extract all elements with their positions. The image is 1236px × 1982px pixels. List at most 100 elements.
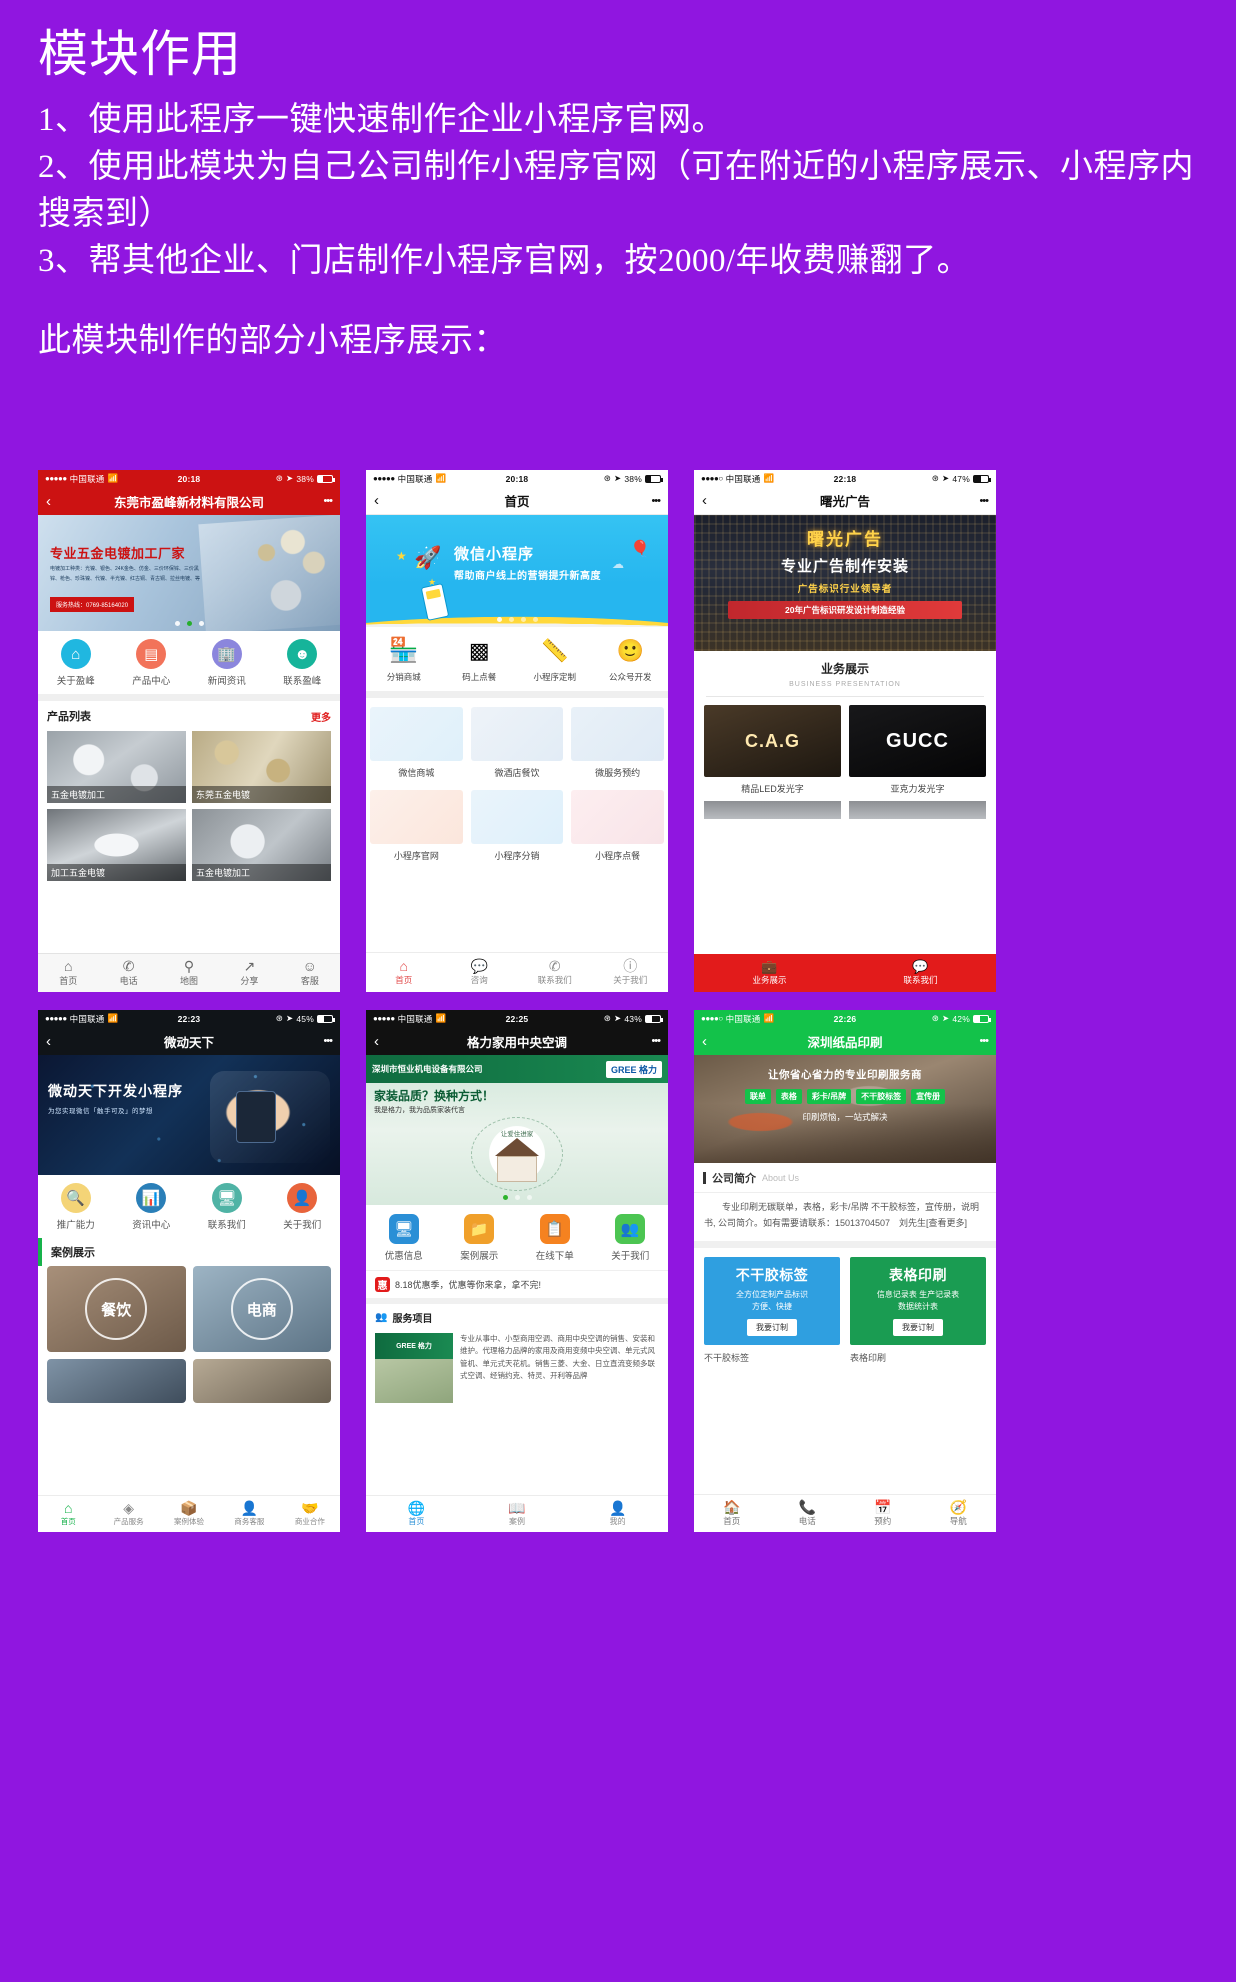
tab-about[interactable]: ⓘ 关于我们 xyxy=(593,958,669,986)
hero-banner[interactable]: 曙光广告 专业广告制作安装 广告标识行业领导者 20年广告标识研发设计制造经验 xyxy=(694,515,996,651)
product-card[interactable]: 东莞五金电镀 xyxy=(192,731,331,803)
case-card[interactable]: 电商 xyxy=(192,1266,331,1352)
quick-nav-item-news[interactable]: 🏢 新闻资讯 xyxy=(189,639,265,687)
product-card[interactable]: 五金电镀加工 xyxy=(192,809,331,881)
tab-support[interactable]: 👤 商务客服 xyxy=(219,1500,279,1527)
quick-nav-item-contact[interactable]: 🖥 联系我们 xyxy=(189,1183,265,1231)
service-card[interactable]: 微酒店餐饮 xyxy=(467,704,568,787)
tab-home[interactable]: ⌂ 首页 xyxy=(38,1500,98,1527)
tab-map[interactable]: ⚲ 地图 xyxy=(159,958,219,987)
hero-banner[interactable]: 微动天下开发小程序 为您实现微信「触手可及」的梦想 xyxy=(38,1055,340,1175)
tab-service[interactable]: ☺ 客服 xyxy=(280,958,340,987)
banner-company-bar: 深圳市恒业机电设备有限公司 GREE 格力 xyxy=(366,1055,668,1083)
product-caption: 东莞五金电镀 xyxy=(192,786,331,803)
tab-phone[interactable]: ✆ 电话 xyxy=(98,958,158,987)
banner-pager[interactable] xyxy=(366,617,668,622)
banner-title: 专业五金电镀加工厂家 xyxy=(50,546,186,561)
case-card[interactable] xyxy=(47,1359,186,1403)
product-line-1: 信息记录表 生产记录表 xyxy=(876,1289,960,1299)
service-card[interactable]: 小程序点餐 xyxy=(567,787,668,870)
banner-badge: 20年广告标识研发设计制造经验 xyxy=(728,601,962,619)
order-button[interactable]: 我要订制 xyxy=(747,1318,797,1336)
battery-icon xyxy=(973,1014,991,1023)
tab-business[interactable]: 💼 业务展示 xyxy=(694,959,845,986)
service-card[interactable]: 小程序官网 xyxy=(366,787,467,870)
product-card[interactable]: 加工五金电镀 xyxy=(47,809,186,881)
service-card[interactable]: 小程序分销 xyxy=(467,787,568,870)
quick-nav-item-products[interactable]: ▤ 产品中心 xyxy=(114,639,190,687)
more-menu-icon[interactable]: ••• xyxy=(979,1035,989,1047)
hands-phone-icon xyxy=(370,790,463,844)
case-item[interactable]: GUCC 亚克力发光字 xyxy=(849,705,986,801)
case-card[interactable]: 餐饮 xyxy=(47,1266,186,1352)
quick-nav-item-cases[interactable]: 📁 案例展示 xyxy=(442,1214,518,1262)
battery-percent: 42% xyxy=(952,1013,970,1024)
tab-share[interactable]: ↗ 分享 xyxy=(219,958,279,987)
tab-cooperation[interactable]: 🤝 商业合作 xyxy=(280,1500,340,1527)
case-image: C.A.G xyxy=(704,705,841,777)
quick-nav-item-about[interactable]: 👤 关于我们 xyxy=(265,1183,341,1231)
tab-phone[interactable]: 📞 电话 xyxy=(770,1499,846,1527)
report-icon: 📊 xyxy=(136,1183,167,1213)
more-menu-icon[interactable]: ••• xyxy=(323,1035,333,1047)
tab-mine[interactable]: 👤 我的 xyxy=(567,1500,668,1527)
product-card-sticker[interactable]: 不干胶标签 全方位定制产品标识 方便、快捷 我要订制 xyxy=(704,1256,840,1345)
quick-nav-item-promotion[interactable]: 🔍 推广能力 xyxy=(38,1183,114,1231)
product-card[interactable]: 五金电镀加工 xyxy=(47,731,186,803)
tab-products[interactable]: ◈ 产品服务 xyxy=(98,1500,158,1527)
service-card[interactable]: 微服务预约 xyxy=(567,704,668,787)
location-icon: ➤ xyxy=(286,473,294,483)
tab-label: 导航 xyxy=(949,1516,967,1526)
tab-navigate[interactable]: 🧭 导航 xyxy=(921,1499,997,1527)
hero-banner[interactable]: 专业五金电镀加工厂家 电镀加工种类：光镍、银色、24K金色、仿金、三价环保锌、三… xyxy=(38,515,340,631)
tab-cases[interactable]: 📖 案例 xyxy=(467,1500,568,1527)
case-item[interactable]: C.A.G 精品LED发光字 xyxy=(704,705,841,801)
promo-notice[interactable]: 惠 8.18优惠季，优惠等你来拿，拿不完! xyxy=(366,1270,668,1298)
quick-nav-item-about[interactable]: 👥 关于我们 xyxy=(593,1214,669,1262)
phone-screenshot-shouye: ●●●●● 中国联通 📶 20:18 ⊛ ➤ 38% ‹ 首页 ••• ★ ★ … xyxy=(366,470,668,992)
hero-banner[interactable]: 让你省心省力的专业印刷服务商 联单 表格 彩卡/吊牌 不干胶标签 宣传册 印刷烦… xyxy=(694,1055,996,1163)
more-menu-icon[interactable]: ••• xyxy=(979,495,989,507)
tab-contact[interactable]: 💬 联系我们 xyxy=(845,959,996,986)
hero-banner[interactable]: ★ ★ 🚀 🎈 ☁ 微信小程序 帮助商户线上的营销提升新高度 xyxy=(366,515,668,627)
tab-label: 首页 xyxy=(59,976,78,986)
product-line-2: 方便、快捷 xyxy=(752,1301,792,1311)
quick-nav-item-news[interactable]: 📊 资讯中心 xyxy=(114,1183,190,1231)
tab-contact[interactable]: ✆ 联系我们 xyxy=(517,958,593,986)
quick-nav-item-contact[interactable]: ☻ 联系盈峰 xyxy=(265,639,341,687)
quick-nav-item-order[interactable]: 📋 在线下单 xyxy=(517,1214,593,1262)
quick-nav-item-official[interactable]: 🙂 公众号开发 xyxy=(593,636,669,683)
tab-bar: 🏠 首页 📞 电话 📅 预约 🧭 导航 xyxy=(694,1494,996,1532)
tab-cases[interactable]: 📦 案例体验 xyxy=(159,1500,219,1527)
case-card[interactable] xyxy=(192,1359,331,1403)
banner-pager[interactable] xyxy=(38,621,340,626)
product-grid: 五金电镀加工 东莞五金电镀 加工五金电镀 五金电镀加工 xyxy=(38,731,340,887)
service-card[interactable]: 微信商城 xyxy=(366,704,467,787)
more-menu-icon[interactable]: ••• xyxy=(651,1035,661,1047)
tab-booking[interactable]: 📅 预约 xyxy=(845,1499,921,1527)
banner-pager[interactable] xyxy=(366,1195,668,1200)
tab-consult[interactable]: 💬 咨询 xyxy=(442,958,518,986)
battery-percent: 38% xyxy=(624,473,642,484)
quick-nav-item-about[interactable]: ⌂ 关于盈峰 xyxy=(38,639,114,687)
order-button[interactable]: 我要订制 xyxy=(893,1318,943,1336)
tab-home[interactable]: 🌐 首页 xyxy=(366,1500,467,1527)
section-header-products: 产品列表 更多 xyxy=(38,701,340,731)
more-link[interactable]: 更多 xyxy=(311,709,331,724)
hero-banner[interactable]: 深圳市恒业机电设备有限公司 GREE 格力 家装品质？换种方式！ 我是格力，我为… xyxy=(366,1055,668,1205)
quick-nav-item-qrorder[interactable]: ▩ 码上点餐 xyxy=(442,636,518,683)
tab-home[interactable]: ⌂ 首页 xyxy=(366,958,442,986)
product-card-form[interactable]: 表格印刷 信息记录表 生产记录表 数据统计表 我要订制 xyxy=(850,1256,986,1345)
tab-home[interactable]: 🏠 首页 xyxy=(694,1499,770,1527)
gree-logo: GREE 格力 xyxy=(375,1333,453,1359)
wifi-icon: 📶 xyxy=(435,1013,447,1023)
section-header-business: 业务展示 BUSINESS PRESENTATION xyxy=(694,651,996,690)
quick-nav-item-custom[interactable]: 📏 小程序定制 xyxy=(517,636,593,683)
quick-nav-item-promo[interactable]: 🖥 优惠信息 xyxy=(366,1214,442,1262)
quick-nav-label: 分销商城 xyxy=(386,672,421,682)
tab-home[interactable]: ⌂ 首页 xyxy=(38,958,98,987)
quick-nav-item-fenxiao[interactable]: 🏪 分销商城 xyxy=(366,636,442,683)
more-menu-icon[interactable]: ••• xyxy=(323,495,333,507)
signal-dots-icon: ●●●●● xyxy=(45,474,67,483)
more-menu-icon[interactable]: ••• xyxy=(651,495,661,507)
